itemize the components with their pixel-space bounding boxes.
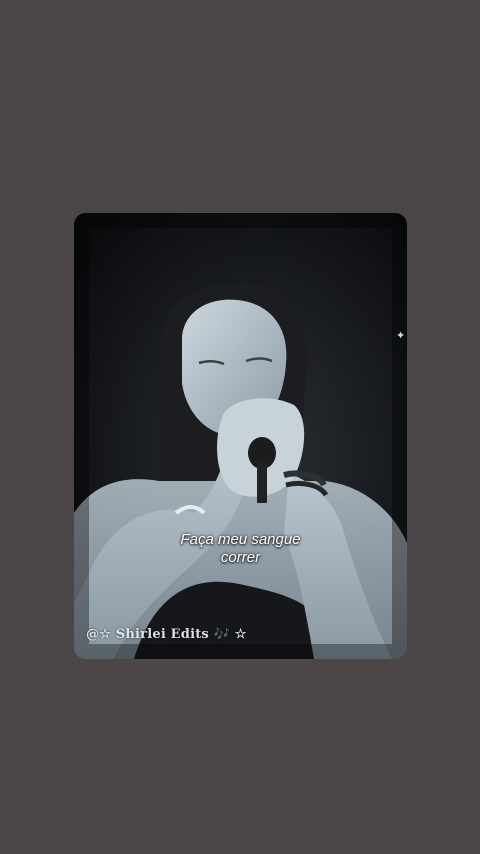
lyric-line-2: correr [220,549,261,566]
video-card[interactable]: ✦ Faça meu sangue correr @☆ Shirlei Edit… [74,213,407,659]
lyric-caption: Faça meu sangue correr [74,531,407,567]
singer-photo [74,213,407,659]
creator-watermark: @☆ Shirlei Edits 🎶 ☆ [86,627,247,642]
sparkle-icon: ✦ [396,330,406,342]
lyric-line-1: Faça meu sangue [180,531,301,548]
